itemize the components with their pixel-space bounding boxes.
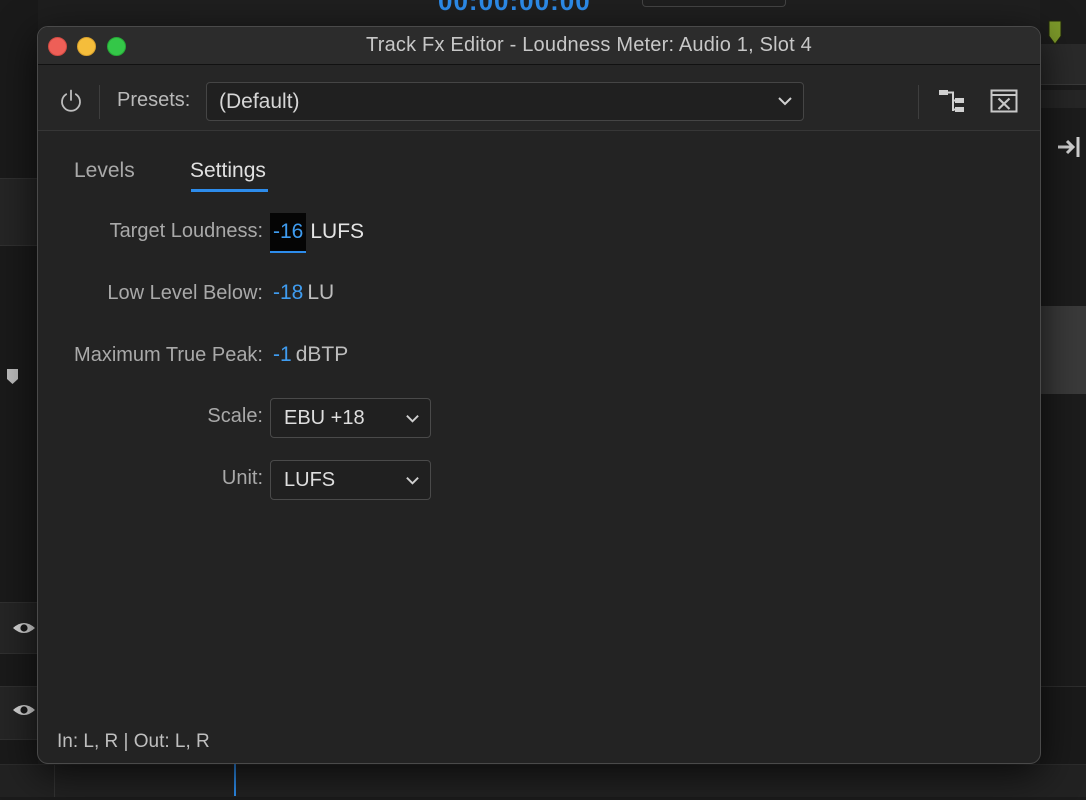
background-clip	[1040, 306, 1086, 394]
unit-selected-value: LUFS	[284, 469, 336, 491]
max-true-peak-label: Maximum True Peak:	[74, 344, 263, 366]
low-level-below-unit: LU	[307, 281, 335, 304]
max-true-peak-row: Maximum True Peak: -1 dBTP	[38, 337, 1038, 373]
eye-icon[interactable]	[12, 620, 36, 636]
arrow-right-icon[interactable]	[1056, 134, 1086, 160]
power-icon[interactable]	[59, 89, 83, 113]
target-loudness-label: Target Loudness:	[109, 220, 263, 242]
fx-toolbar: Presets: (Default)	[38, 65, 1040, 131]
low-level-below-label: Low Level Below:	[107, 282, 263, 304]
tab-levels[interactable]: Levels	[74, 159, 135, 191]
marker-icon	[7, 369, 18, 384]
max-true-peak-value-group: -1 dBTP	[273, 337, 348, 373]
scale-dropdown[interactable]: EBU +18	[270, 398, 431, 438]
target-loudness-field[interactable]: -16	[270, 213, 307, 253]
scale-label: Scale:	[207, 405, 263, 427]
background-track-headers	[0, 0, 38, 796]
unit-dropdown[interactable]: LUFS	[270, 460, 431, 500]
track-fx-editor-window: Track Fx Editor - Loudness Meter: Audio …	[37, 26, 1041, 764]
unit-label: Unit:	[221, 467, 263, 489]
max-true-peak-field[interactable]: -1	[273, 343, 292, 366]
low-level-below-row: Low Level Below: -18 LU	[38, 275, 1038, 311]
background-track-band	[0, 178, 38, 246]
window-title: Track Fx Editor - Loudness Meter: Audio …	[366, 34, 812, 56]
low-level-below-field[interactable]: -18	[273, 281, 303, 304]
target-loudness-row: Target Loudness: -16 LUFS	[38, 213, 1038, 253]
io-routing-status: In: L, R | Out: L, R	[57, 731, 210, 752]
background-ruler	[1040, 44, 1086, 85]
max-true-peak-unit: dBTP	[295, 343, 349, 366]
chevron-down-icon	[778, 97, 792, 106]
window-titlebar[interactable]: Track Fx Editor - Loudness Meter: Audio …	[38, 27, 1040, 65]
background-divider	[54, 765, 55, 797]
background-right-panel	[1040, 0, 1086, 797]
eye-icon[interactable]	[12, 702, 36, 718]
routing-icon[interactable]	[938, 88, 966, 114]
background-ruler-strip	[1040, 90, 1086, 108]
background-timecode: 00:00:00:00	[438, 0, 591, 16]
tab-settings-indicator	[191, 189, 268, 192]
scale-selected-value: EBU +18	[284, 407, 365, 429]
background-playhead-line	[234, 764, 236, 796]
tab-settings[interactable]: Settings	[190, 159, 266, 191]
unit-row: Unit: LUFS	[38, 460, 1038, 500]
chevron-down-icon	[406, 415, 419, 423]
presets-dropdown[interactable]: (Default)	[206, 82, 804, 121]
background-top-field	[642, 0, 786, 7]
playhead-marker-icon[interactable]	[1048, 20, 1062, 46]
close-box-icon[interactable]	[990, 89, 1018, 113]
target-loudness-value-group: -16 LUFS	[270, 213, 365, 253]
chevron-down-icon	[406, 477, 419, 485]
low-level-below-value-group: -18 LU	[273, 275, 334, 311]
toolbar-divider	[99, 85, 100, 119]
presets-label: Presets:	[117, 89, 191, 111]
scale-row: Scale: EBU +18	[38, 398, 1038, 438]
toolbar-divider	[918, 85, 919, 119]
background-bottom-bar	[0, 764, 1086, 797]
target-loudness-unit: LUFS	[310, 220, 365, 243]
presets-selected-value: (Default)	[219, 90, 300, 113]
